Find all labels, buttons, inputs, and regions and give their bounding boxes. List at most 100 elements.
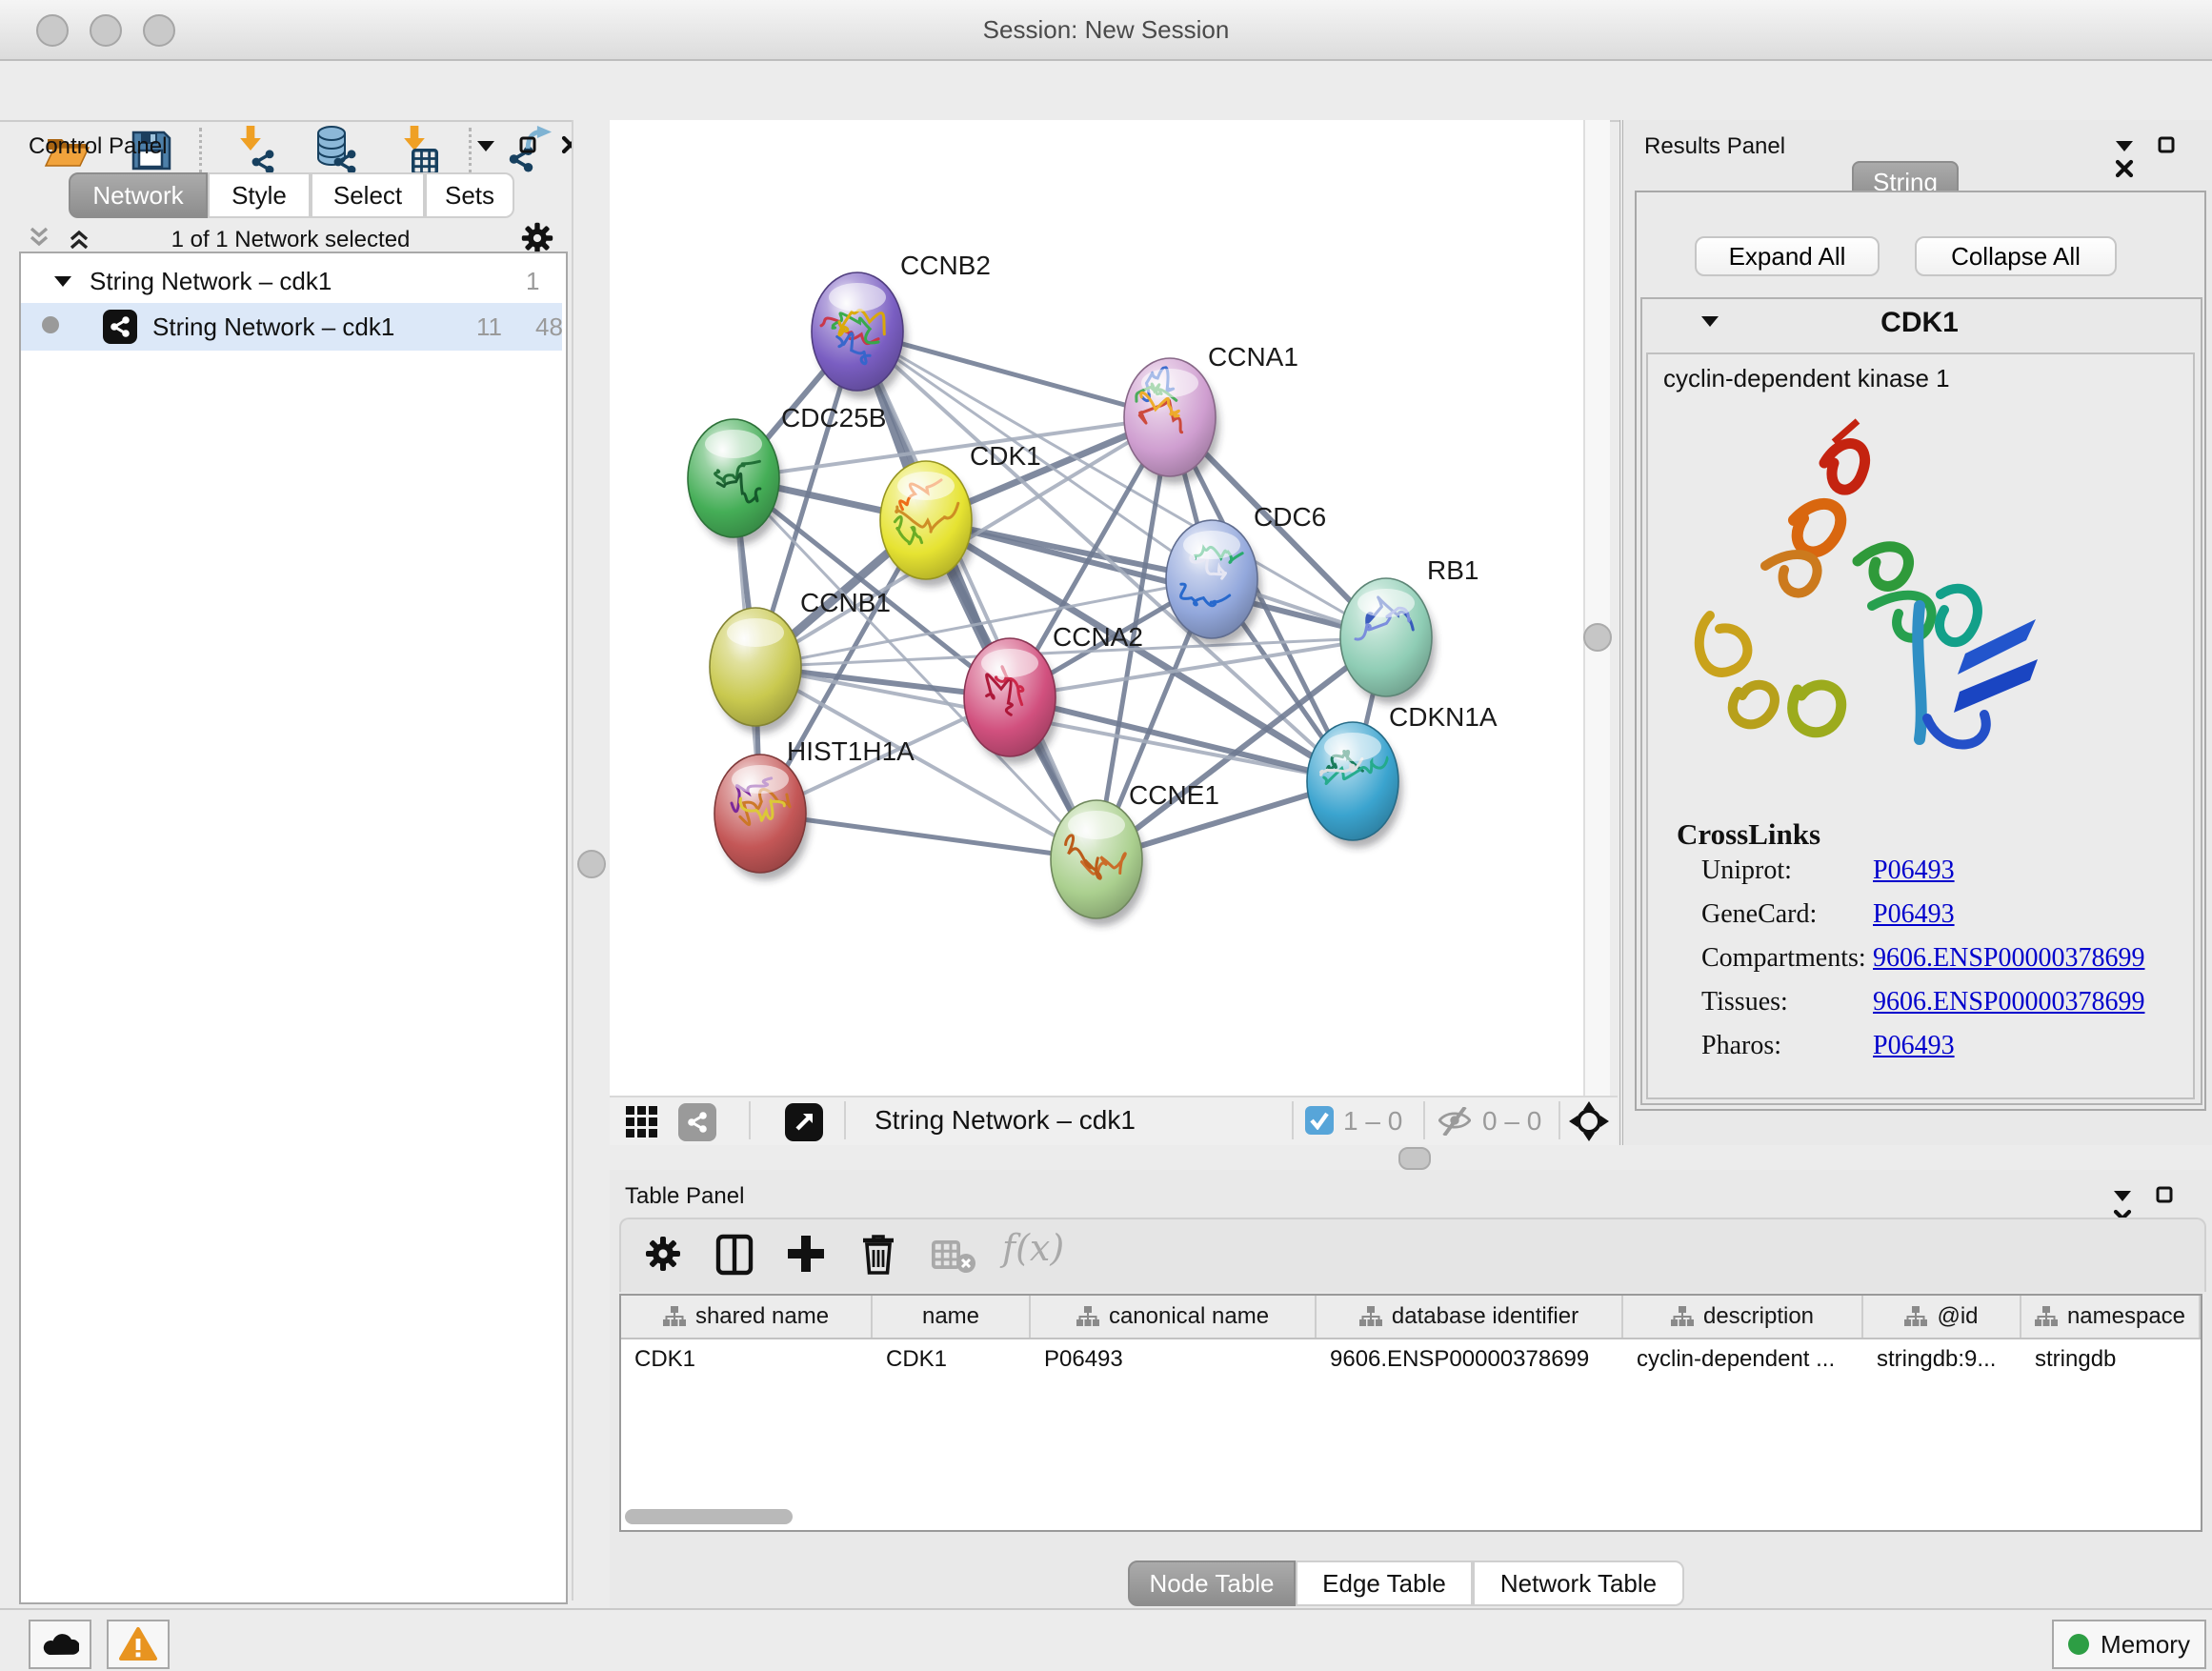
expand-all-button[interactable]: Expand All (1695, 236, 1880, 276)
show-columns-icon[interactable] (714, 1233, 756, 1277)
memory-label: Memory (2101, 1630, 2190, 1660)
toolbar-separator (1423, 1101, 1425, 1139)
import-network-from-file-icon[interactable] (231, 124, 284, 177)
network-status-dot (42, 316, 59, 333)
tab-node-table[interactable]: Node Table (1128, 1560, 1296, 1606)
node-label: HIST1H1A (787, 736, 915, 766)
delete-table-icon-disabled (932, 1238, 977, 1277)
network-label: String Network – cdk1 (152, 312, 394, 342)
crosslink-link[interactable]: 9606.ENSP00000378699 (1873, 943, 2144, 974)
import-table-from-file-icon[interactable] (391, 124, 444, 177)
table-cell[interactable]: CDK1 (873, 1339, 1031, 1379)
crosslink-row: Uniprot:P06493 (1701, 856, 2187, 899)
table-row[interactable]: CDK1CDK1P064939606.ENSP00000378699cyclin… (621, 1339, 2201, 1379)
network-node-count: 11 (476, 312, 502, 342)
node-label: CCNE1 (1129, 780, 1219, 810)
network-view-canvas[interactable]: CCNB2CCNA1CDC25BCDK1CDC6RB1CCNB1CCNA2CDK… (610, 120, 1583, 1096)
panel-splitter-horizontal[interactable] (610, 1145, 2212, 1170)
tab-edge-table[interactable]: Edge Table (1296, 1560, 1473, 1606)
window-title: Session: New Session (0, 15, 2212, 45)
column-header-shared-name[interactable]: shared name (621, 1296, 873, 1338)
hidden-items-eye-slash-icon (1435, 1107, 1475, 1136)
gene-name: CDK1 (1640, 307, 2199, 339)
memory-button[interactable]: Memory (2052, 1620, 2206, 1669)
create-column-icon[interactable] (785, 1233, 827, 1275)
column-header-database-identifier[interactable]: database identifier (1317, 1296, 1623, 1338)
crosslink-label: Pharos: (1701, 1031, 1781, 1061)
column-header-description[interactable]: description (1623, 1296, 1863, 1338)
tab-network[interactable]: Network (69, 172, 208, 218)
toolbar-separator (1292, 1101, 1294, 1139)
panel-menu-caret-icon[interactable] (2113, 1189, 2134, 1204)
network-selection-status: 1 of 1 Network selected (110, 227, 472, 253)
results-panel-window-buttons (2098, 135, 2212, 183)
table-horizontal-scrollbar[interactable] (625, 1509, 793, 1524)
panel-menu-caret-icon[interactable] (2115, 139, 2136, 154)
node-label: CDKN1A (1389, 702, 1498, 732)
node-label: CDC6 (1254, 502, 1326, 532)
collection-count: 1 (526, 267, 539, 296)
column-tree-icon (1904, 1306, 1927, 1327)
toolbar-separator (749, 1101, 751, 1139)
collapse-all-button[interactable]: Collapse All (1915, 236, 2117, 276)
crosslink-label: Compartments: (1701, 943, 1866, 974)
scrollbar-handle[interactable] (1583, 623, 1612, 652)
network-collection-row[interactable]: String Network – cdk1 1 (21, 259, 562, 303)
delete-columns-icon[interactable] (857, 1231, 899, 1277)
column-header-canonical-name[interactable]: canonical name (1031, 1296, 1317, 1338)
crosslink-link[interactable]: 9606.ENSP00000378699 (1873, 987, 2144, 1017)
crosslink-link[interactable]: P06493 (1873, 899, 1955, 930)
selected-nodes-checkbox[interactable] (1305, 1106, 1334, 1135)
table-cell[interactable]: cyclin-dependent ... (1623, 1339, 1863, 1379)
crosslink-link[interactable]: P06493 (1873, 856, 1955, 886)
table-cell[interactable]: stringdb:9... (1863, 1339, 2021, 1379)
application-window: Session: New Session (0, 0, 2212, 1671)
column-tree-icon (663, 1306, 686, 1327)
table-settings-gear-icon[interactable] (644, 1235, 684, 1275)
results-panel-title: Results Panel (1644, 133, 1785, 160)
expand-all-networks-icon[interactable] (67, 227, 90, 254)
crosslink-label: GeneCard: (1701, 899, 1817, 930)
node-label: CCNB1 (800, 588, 891, 617)
splitter-handle[interactable] (1398, 1147, 1431, 1170)
panel-menu-caret-icon[interactable] (476, 139, 497, 154)
tab-style[interactable]: Style (208, 172, 311, 218)
string-view-icon[interactable] (678, 1103, 716, 1141)
crosslink-link[interactable]: P06493 (1873, 1031, 1955, 1061)
panel-float-icon[interactable] (2157, 135, 2178, 154)
panel-float-icon[interactable] (518, 135, 539, 154)
network-tree: String Network – cdk1 1 String Network –… (19, 252, 568, 1604)
import-network-from-database-icon[interactable] (309, 124, 362, 177)
collection-label: String Network – cdk1 (90, 267, 332, 296)
column-header-namespace[interactable]: namespace (2021, 1296, 2201, 1338)
birdseye-view-icon[interactable] (785, 1103, 823, 1141)
table-cell[interactable]: 9606.ENSP00000378699 (1317, 1339, 1623, 1379)
panel-close-icon[interactable] (2115, 159, 2136, 178)
tab-select[interactable]: Select (311, 172, 425, 218)
grid-view-icon[interactable] (625, 1105, 659, 1139)
crosslink-row: Compartments:9606.ENSP00000378699 (1701, 943, 2187, 987)
node-label: CDC25B (781, 403, 886, 433)
table-cell[interactable]: CDK1 (621, 1339, 873, 1379)
column-header-@id[interactable]: @id (1863, 1296, 2021, 1338)
network-view-title: String Network – cdk1 (875, 1105, 1136, 1136)
fit-selected-crosshair-icon[interactable] (1568, 1100, 1610, 1142)
network-row-selected[interactable]: String Network – cdk1 11 48 (21, 303, 562, 351)
tree-expand-caret-icon[interactable] (53, 274, 72, 288)
column-header-name[interactable]: name (873, 1296, 1031, 1338)
title-bar: Session: New Session (0, 0, 2212, 61)
panel-float-icon[interactable] (2155, 1185, 2176, 1204)
warning-status-button[interactable] (107, 1620, 170, 1669)
table-cell[interactable]: P06493 (1031, 1339, 1317, 1379)
tab-sets[interactable]: Sets (425, 172, 514, 218)
hidden-count: 0 – 0 (1482, 1106, 1541, 1137)
panel-splitter-left[interactable] (572, 120, 612, 1601)
network-vertical-scrollbar[interactable] (1583, 120, 1610, 1096)
warning-icon (118, 1626, 158, 1662)
tab-network-table[interactable]: Network Table (1473, 1560, 1684, 1606)
cloud-status-button[interactable] (29, 1620, 91, 1669)
collapse-all-networks-icon[interactable] (29, 227, 51, 254)
splitter-handle[interactable] (577, 850, 606, 878)
table-cell[interactable]: stringdb (2021, 1339, 2201, 1379)
crosslink-row: Tissues:9606.ENSP00000378699 (1701, 987, 2187, 1031)
